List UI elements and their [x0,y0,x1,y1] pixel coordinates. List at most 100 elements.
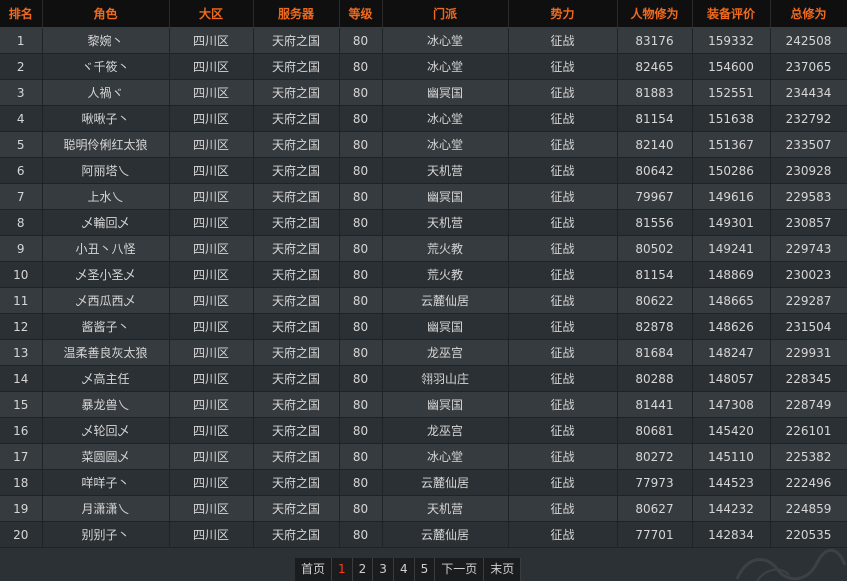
total-cultivation-cell: 231504 [770,313,847,340]
role-cell[interactable]: 咩咩子丶 [42,469,170,496]
table-row: 18 咩咩子丶 四川区 天府之国 80 云麓仙居 征战 77973 144523 222496 [0,469,847,496]
table-row: 1 黎婉丶 四川区 天府之国 80 冰心堂 征战 83176 159332 242508 [0,27,847,54]
level-cell: 80 [339,521,383,548]
header-rank[interactable]: 排名 [0,0,43,28]
character-cultivation-cell: 81441 [617,391,693,418]
role-cell[interactable]: 乄圣小圣乄 [42,261,170,288]
role-cell[interactable]: 温柔善良灰太狼 [42,339,170,366]
role-cell[interactable]: 阿丽塔乀 [42,157,170,184]
ranking-table: 排名 角色 大区 服务器 等级 门派 势力 人物修为 装备评价 总修为 1 黎婉丶… [0,0,847,548]
faction-cell: 征战 [508,79,618,106]
decorative-swirl-icon [735,549,847,581]
faction-cell: 征战 [508,27,618,54]
role-cell[interactable]: 月潇潇乀 [42,495,170,522]
sect-cell: 幽冥国 [382,391,509,418]
faction-cell: 征战 [508,391,618,418]
header-character-cultivation[interactable]: 人物修为 [617,0,693,28]
role-cell[interactable]: 乄轮回乄 [42,417,170,444]
role-cell[interactable]: ヾ千筱丶 [42,53,170,80]
character-cultivation-cell: 80272 [617,443,693,470]
total-cultivation-cell: 233507 [770,131,847,158]
rank-cell: 2 [0,53,43,80]
role-cell[interactable]: 乄西瓜西乄 [42,287,170,314]
header-region[interactable]: 大区 [169,0,254,28]
total-cultivation-cell: 228749 [770,391,847,418]
role-cell[interactable]: 聪明伶俐红太狼 [42,131,170,158]
faction-cell: 征战 [508,443,618,470]
table-row: 4 啾啾子丶 四川区 天府之国 80 冰心堂 征战 81154 151638 232792 [0,105,847,132]
region-cell: 四川区 [169,417,254,444]
page-1-button[interactable]: 1 [332,558,353,581]
header-total-cultivation[interactable]: 总修为 [770,0,847,28]
role-cell[interactable]: 黎婉丶 [42,27,170,54]
header-equipment-score[interactable]: 装备评价 [692,0,771,28]
total-cultivation-cell: 220535 [770,521,847,548]
page-2-button[interactable]: 2 [352,558,374,581]
level-cell: 80 [339,183,383,210]
rank-cell: 11 [0,287,43,314]
table-row: 20 别别子丶 四川区 天府之国 80 云麓仙居 征战 77701 142834 220535 [0,521,847,548]
rank-cell: 3 [0,79,43,106]
level-cell: 80 [339,417,383,444]
pagination: 首页 1 2 3 4 5 下一页 末页 [295,558,522,581]
sect-cell: 冰心堂 [382,131,509,158]
table-row: 14 乄高主任 四川区 天府之国 80 翎羽山庄 征战 80288 148057 228345 [0,365,847,392]
page-4-button[interactable]: 4 [393,558,415,581]
region-cell: 四川区 [169,339,254,366]
level-cell: 80 [339,287,383,314]
region-cell: 四川区 [169,391,254,418]
level-cell: 80 [339,209,383,236]
role-cell[interactable]: 小丑丶八怪 [42,235,170,262]
faction-cell: 征战 [508,339,618,366]
equipment-score-cell: 145110 [692,443,771,470]
page-3-button[interactable]: 3 [373,558,394,581]
sect-cell: 幽冥国 [382,313,509,340]
table-row: 8 乄輪回乄 四川区 天府之国 80 天机营 征战 81556 149301 230857 [0,209,847,236]
role-cell[interactable]: 菜圆圆乄 [42,443,170,470]
level-cell: 80 [339,235,383,262]
server-cell: 天府之国 [253,287,340,314]
last-page-button[interactable]: 末页 [484,558,522,581]
header-server[interactable]: 服务器 [253,0,340,28]
character-cultivation-cell: 80502 [617,235,693,262]
header-faction[interactable]: 势力 [508,0,618,28]
role-cell[interactable]: 上水乀 [42,183,170,210]
level-cell: 80 [339,443,383,470]
role-cell[interactable]: 暴龙兽乀 [42,391,170,418]
role-cell[interactable]: 乄輪回乄 [42,209,170,236]
role-cell[interactable]: 乄高主任 [42,365,170,392]
role-cell[interactable]: 人禍ヾ [42,79,170,106]
role-cell[interactable]: 啾啾子丶 [42,105,170,132]
header-sect[interactable]: 门派 [382,0,509,28]
character-cultivation-cell: 80681 [617,417,693,444]
header-role[interactable]: 角色 [42,0,170,28]
faction-cell: 征战 [508,521,618,548]
character-cultivation-cell: 77701 [617,521,693,548]
rank-cell: 15 [0,391,43,418]
rank-cell: 16 [0,417,43,444]
total-cultivation-cell: 222496 [770,469,847,496]
total-cultivation-cell: 229743 [770,235,847,262]
level-cell: 80 [339,495,383,522]
character-cultivation-cell: 82465 [617,53,693,80]
total-cultivation-cell: 225382 [770,443,847,470]
server-cell: 天府之国 [253,521,340,548]
table-row: 6 阿丽塔乀 四川区 天府之国 80 天机营 征战 80642 150286 230928 [0,157,847,184]
first-page-button[interactable]: 首页 [295,558,333,581]
next-page-button[interactable]: 下一页 [435,558,485,581]
equipment-score-cell: 148665 [692,287,771,314]
page-5-button[interactable]: 5 [414,558,436,581]
server-cell: 天府之国 [253,53,340,80]
faction-cell: 征战 [508,313,618,340]
faction-cell: 征战 [508,261,618,288]
region-cell: 四川区 [169,209,254,236]
character-cultivation-cell: 82140 [617,131,693,158]
header-level[interactable]: 等级 [339,0,383,28]
equipment-score-cell: 144523 [692,469,771,496]
role-cell[interactable]: 酱酱子丶 [42,313,170,340]
table-row: 7 上水乀 四川区 天府之国 80 幽冥国 征战 79967 149616 229583 [0,183,847,210]
server-cell: 天府之国 [253,131,340,158]
role-cell[interactable]: 别别子丶 [42,521,170,548]
total-cultivation-cell: 230928 [770,157,847,184]
table-row: 16 乄轮回乄 四川区 天府之国 80 龙巫宫 征战 80681 145420 226101 [0,417,847,444]
